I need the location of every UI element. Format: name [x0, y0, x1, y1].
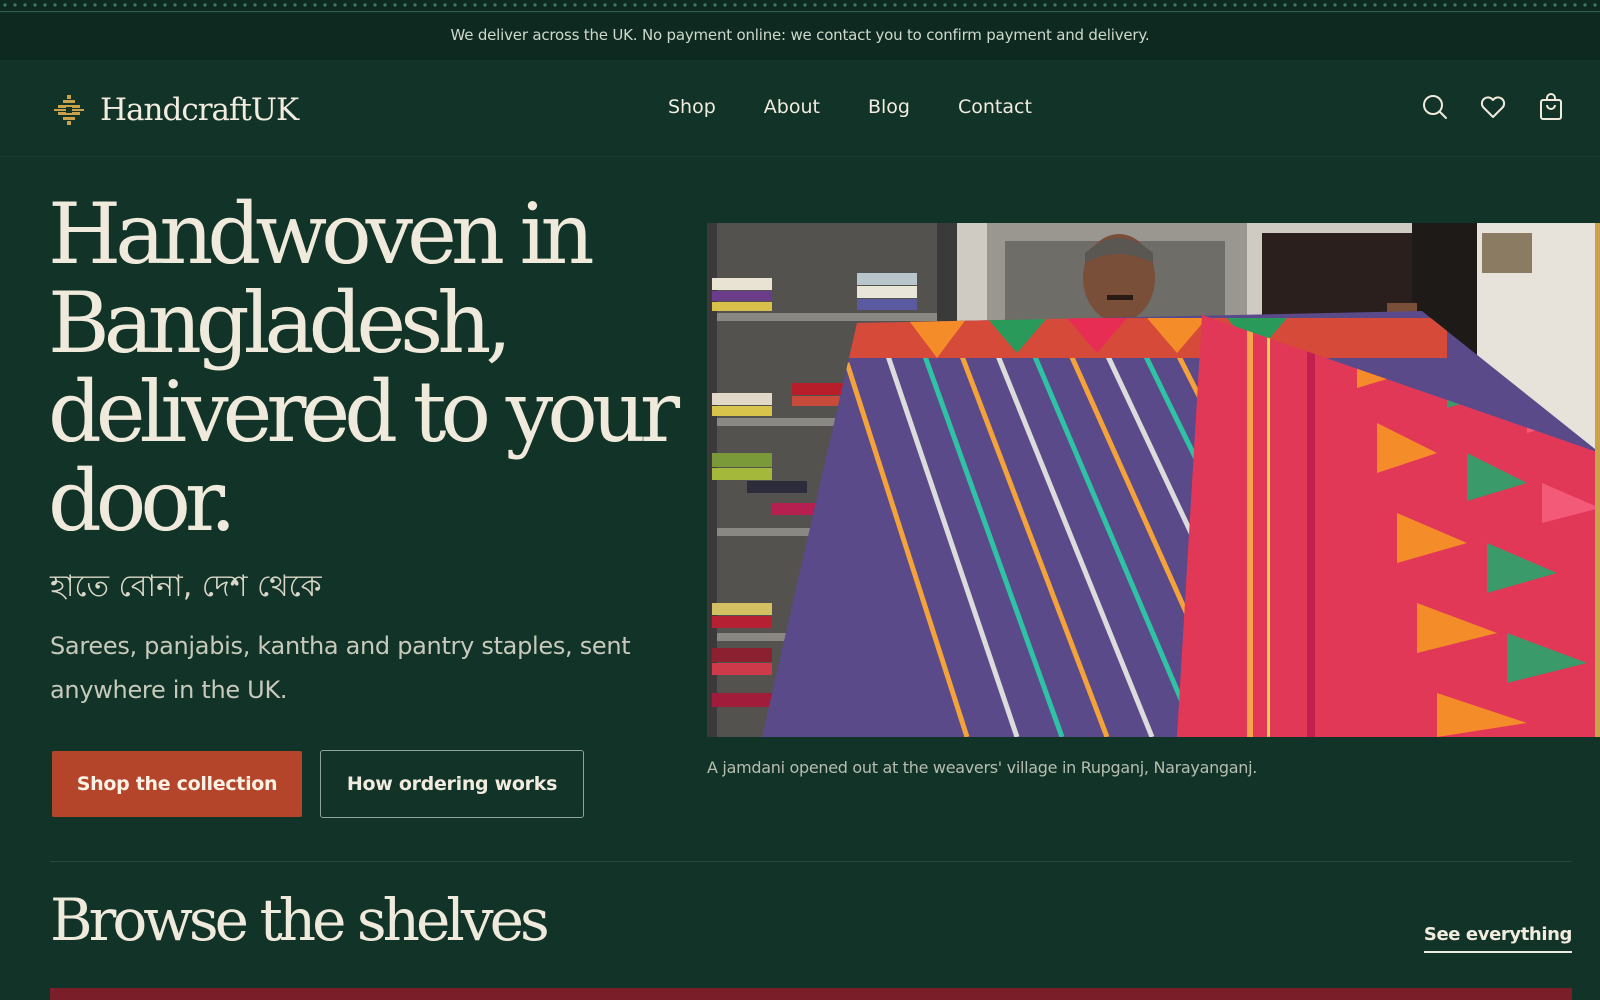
- hero-bengali-tagline: হাতে বোনা, দেশ থেকে: [50, 569, 322, 604]
- shelf-banner-edge: [50, 988, 1572, 1000]
- brand-logo[interactable]: HandcraftUK: [52, 90, 299, 130]
- nav-shop[interactable]: Shop: [668, 96, 716, 118]
- section-divider: [50, 861, 1572, 862]
- nav-about[interactable]: About: [764, 96, 820, 118]
- nav-contact[interactable]: Contact: [958, 96, 1032, 118]
- photo-caption: A jamdani opened out at the weavers' vil…: [707, 758, 1258, 777]
- nav-blog[interactable]: Blog: [868, 96, 910, 118]
- shop-collection-button[interactable]: Shop the collection: [52, 751, 302, 817]
- browse-section-title: Browse the shelves: [50, 886, 550, 954]
- brand-mark-icon: [54, 95, 84, 125]
- hero-photo: [707, 223, 1600, 737]
- hero-title: Handwoven in Bangladesh, delivered to yo…: [48, 185, 680, 550]
- search-icon[interactable]: [1420, 92, 1450, 122]
- announcement-text: We deliver across the UK. No payment onl…: [450, 26, 1150, 44]
- heart-icon[interactable]: [1478, 92, 1508, 122]
- brand-name: HandcraftUK: [100, 92, 299, 128]
- header-actions: [1392, 92, 1566, 122]
- decorative-pattern-border: [0, 0, 1600, 14]
- bag-icon[interactable]: [1536, 92, 1566, 122]
- hero-description: Sarees, panjabis, kantha and pantry stap…: [50, 632, 631, 704]
- announcement-bar: We deliver across the UK. No payment onl…: [0, 0, 1600, 60]
- jamdani-photo-illustration: [707, 223, 1600, 737]
- site-header: HandcraftUK Shop About Blog Contact: [0, 60, 1600, 157]
- how-ordering-works-button[interactable]: How ordering works: [320, 750, 584, 818]
- main-nav: Shop About Blog Contact: [668, 96, 1080, 118]
- see-everything-link[interactable]: See everything: [1423, 924, 1572, 953]
